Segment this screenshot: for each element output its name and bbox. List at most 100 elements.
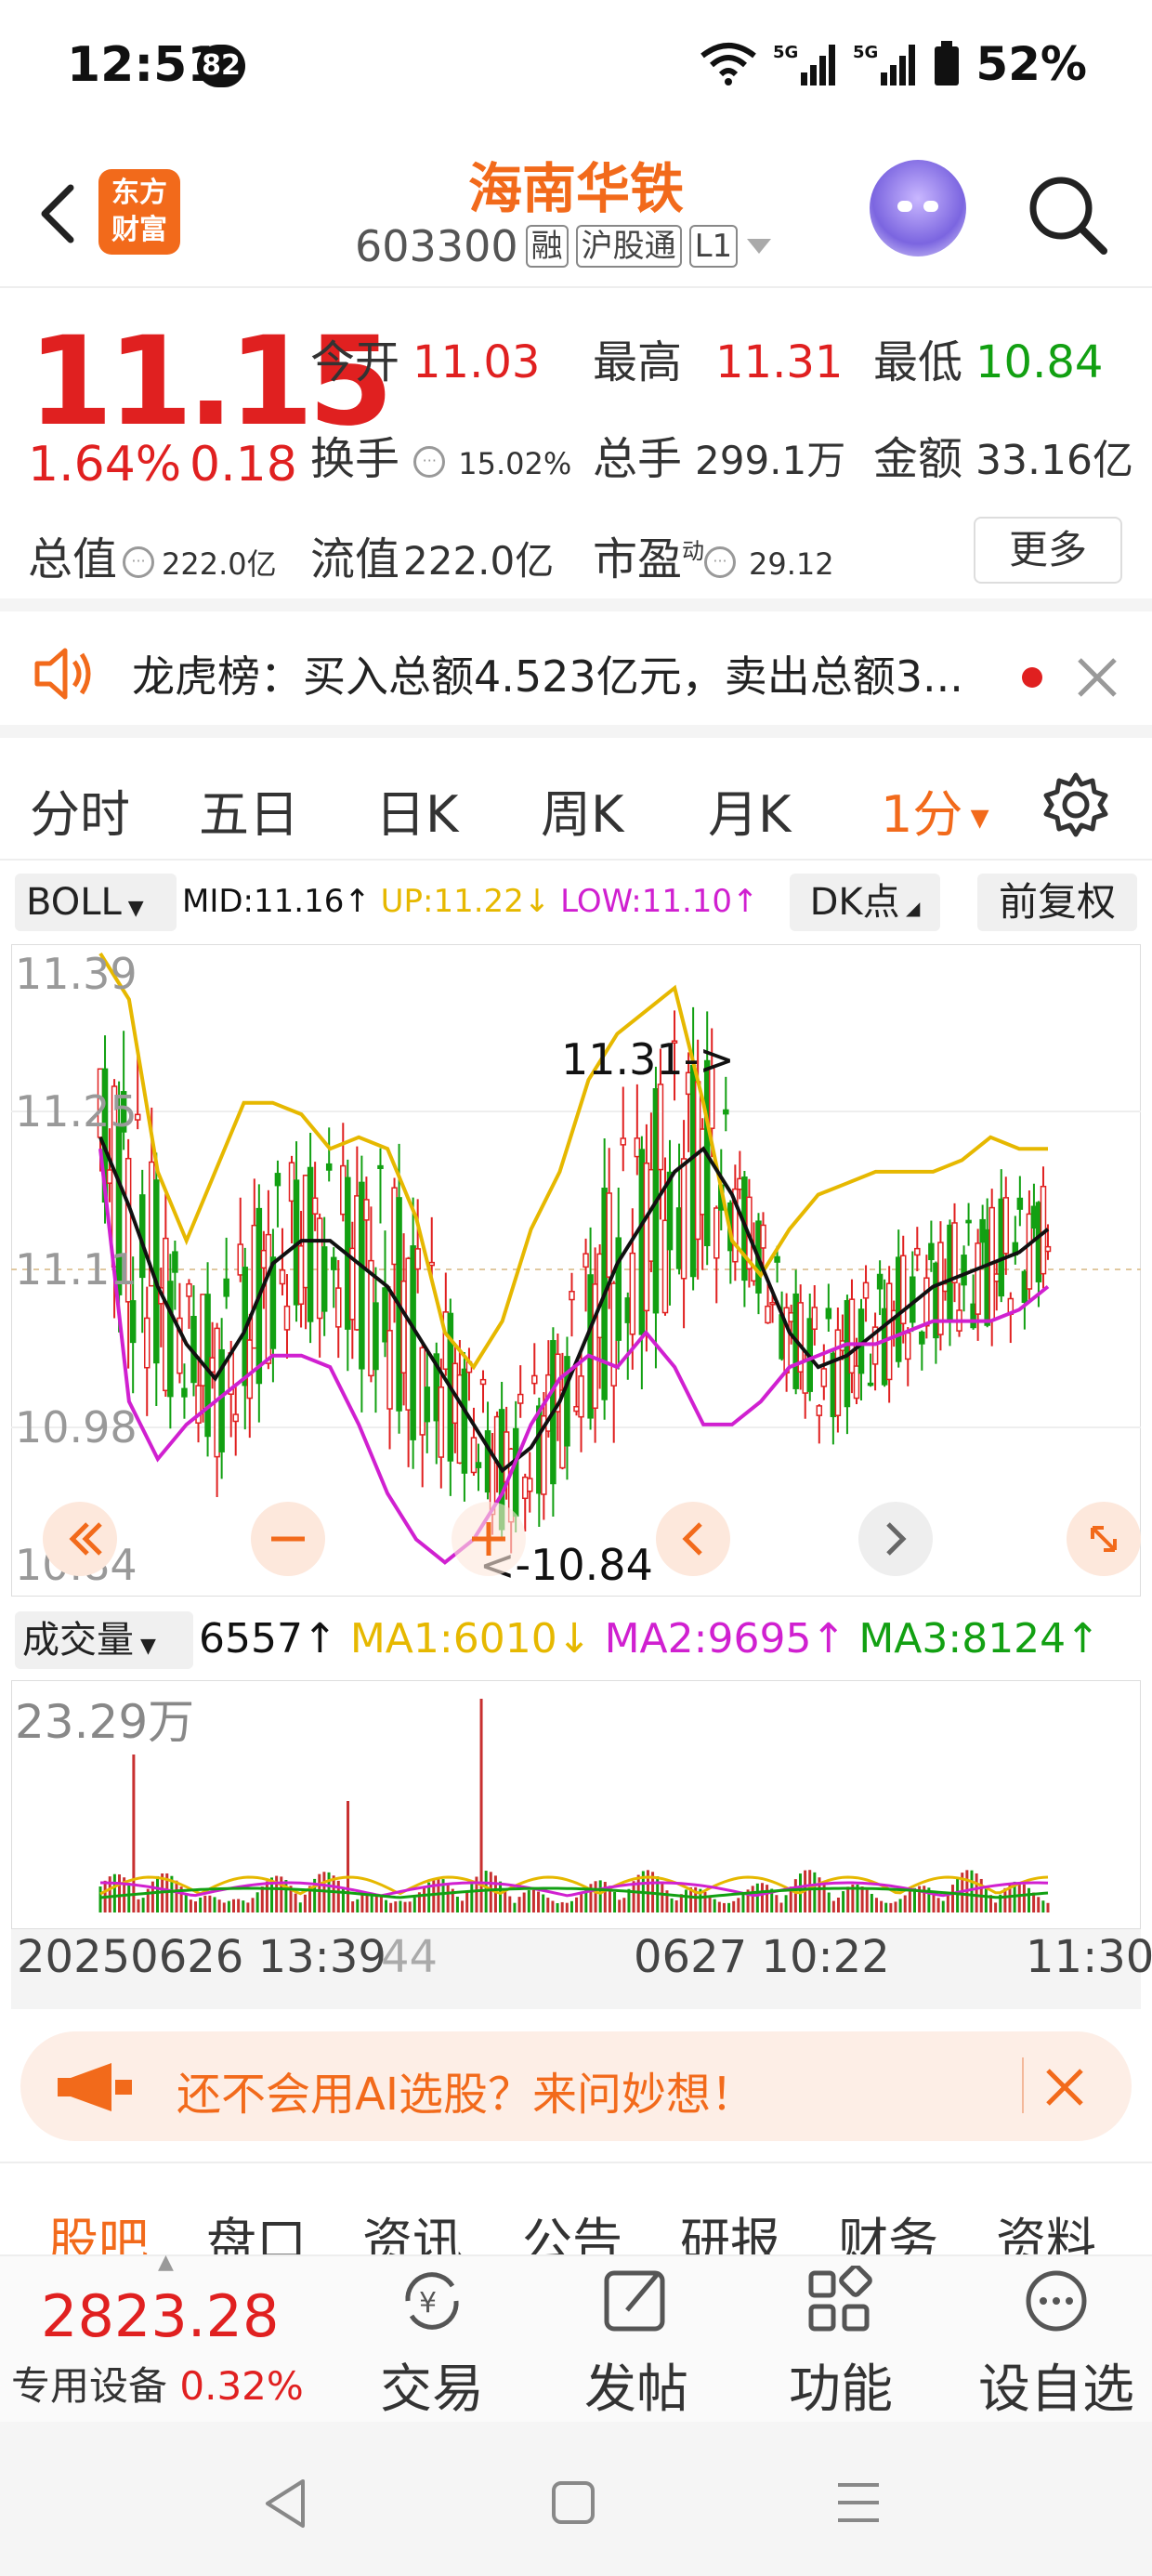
volume-label: 总手 bbox=[593, 433, 683, 485]
volume-bar bbox=[889, 1902, 893, 1912]
nav-menu-icon[interactable] bbox=[834, 2479, 883, 2526]
candle bbox=[853, 1365, 860, 1400]
candle bbox=[536, 1405, 543, 1494]
tab-5day[interactable]: 五日 bbox=[199, 773, 299, 847]
close-icon[interactable] bbox=[1044, 2067, 1085, 2108]
candle bbox=[699, 1128, 706, 1216]
volume-bar bbox=[118, 1874, 122, 1912]
volume-chart[interactable]: 23.29万 bbox=[11, 1680, 1141, 1929]
sector-index[interactable]: ▲ 2823.28 专用设备 0.32% bbox=[0, 2251, 331, 2424]
candle bbox=[573, 1406, 580, 1413]
volume-select[interactable]: 成交量 ▼ bbox=[15, 1611, 193, 1669]
y-axis-label: 10.98 bbox=[15, 1402, 137, 1452]
candle bbox=[928, 1242, 935, 1261]
candle bbox=[153, 1179, 160, 1364]
volume-value: 299.1万 bbox=[695, 438, 846, 483]
tab-1min[interactable]: 1分 ▼ bbox=[881, 773, 989, 847]
candle bbox=[862, 1281, 870, 1299]
sector-name: 专用设备 bbox=[11, 2363, 168, 2409]
candle bbox=[1030, 1205, 1038, 1229]
status-bar: 12:51 82 5G 5G 52% bbox=[0, 0, 1152, 139]
candle bbox=[634, 1137, 641, 1158]
tab-monthly-k[interactable]: 月K bbox=[708, 773, 791, 847]
candle bbox=[527, 1478, 533, 1492]
notification-badge: 82 bbox=[197, 45, 245, 87]
more-button[interactable]: 更多 bbox=[974, 517, 1122, 584]
volume-bar bbox=[813, 1872, 817, 1912]
volume-values: 6557↑ MA1:6010↓ MA2:9695↑ MA3:8124↑ bbox=[199, 1615, 1100, 1663]
ai-assistant-avatar[interactable] bbox=[870, 160, 966, 256]
volume-bar bbox=[894, 1901, 897, 1912]
nav-home-icon[interactable] bbox=[550, 2479, 596, 2526]
volume-bar bbox=[356, 1899, 360, 1912]
zoom-in-button[interactable] bbox=[452, 1502, 526, 1576]
functions-label: 功能 bbox=[789, 2359, 893, 2420]
volume-bar bbox=[674, 1899, 678, 1912]
candle bbox=[386, 1330, 393, 1410]
volume-bar bbox=[237, 1899, 241, 1912]
volume-bar bbox=[884, 1902, 888, 1912]
trade-button[interactable]: ¥ 交易 bbox=[362, 2266, 502, 2423]
volume-bar bbox=[423, 1886, 426, 1912]
candle bbox=[811, 1307, 818, 1330]
info-icon[interactable]: ··· bbox=[123, 546, 155, 578]
info-icon[interactable]: ··· bbox=[704, 546, 737, 578]
functions-button[interactable]: 功能 bbox=[771, 2264, 910, 2423]
add-watchlist-button[interactable]: 设自选 bbox=[977, 2266, 1135, 2423]
tab-daily-k[interactable]: 日K bbox=[375, 773, 458, 847]
scroll-left-button[interactable] bbox=[656, 1502, 730, 1576]
candle bbox=[311, 1197, 319, 1215]
candle bbox=[521, 1476, 529, 1500]
boll-mid-value: MID:11.16↑ bbox=[182, 883, 371, 920]
volume-bar bbox=[351, 1901, 355, 1912]
candle bbox=[330, 1256, 337, 1270]
candle bbox=[914, 1247, 921, 1256]
volume-bar bbox=[379, 1897, 383, 1912]
close-icon[interactable] bbox=[1076, 656, 1119, 699]
nav-back-icon[interactable] bbox=[262, 2477, 308, 2530]
volume-bar bbox=[594, 1881, 597, 1912]
indicator-select[interactable]: BOLL ▼ bbox=[15, 874, 177, 931]
candle bbox=[479, 1378, 487, 1386]
ai-stock-picker-banner[interactable]: 还不会用AI选股？来问妙想！ bbox=[20, 2031, 1132, 2141]
volume-bar bbox=[1017, 1882, 1021, 1912]
volume-bar bbox=[565, 1902, 569, 1912]
mktcap-field: 总值 ··· 222.0亿 bbox=[28, 522, 277, 587]
volume-bar bbox=[542, 1894, 545, 1912]
volume-bar bbox=[760, 1883, 764, 1912]
stock-code-row[interactable]: 603300 融 沪股通 L1 bbox=[355, 221, 773, 271]
adjust-button[interactable]: 前复权 bbox=[977, 874, 1137, 931]
notice-bar[interactable]: 龙虎榜：买入总额4.523亿元，卖出总额3... bbox=[0, 611, 1152, 738]
margin-tag: 融 bbox=[525, 225, 569, 268]
info-icon[interactable]: ··· bbox=[413, 446, 446, 478]
scroll-right-button[interactable] bbox=[858, 1502, 933, 1576]
search-icon[interactable] bbox=[1026, 173, 1109, 256]
volume-bar bbox=[903, 1895, 907, 1912]
post-button[interactable]: 发帖 bbox=[567, 2266, 706, 2423]
turnover-label: 换手 bbox=[310, 433, 400, 485]
volume-bar bbox=[189, 1899, 192, 1912]
tab-weekly-k[interactable]: 周K bbox=[541, 773, 623, 847]
volume-bar bbox=[213, 1897, 216, 1912]
turnover-value: 15.02% bbox=[458, 446, 572, 481]
price-chart[interactable]: 11.3911.2511.1110.9810.84 11.31-> <-10.8… bbox=[11, 944, 1141, 1597]
volume-bar bbox=[717, 1901, 721, 1912]
sector-change: 0.32% bbox=[179, 2363, 304, 2409]
dropdown-icon: ▼ bbox=[121, 897, 144, 920]
volume-bar bbox=[217, 1899, 221, 1912]
scroll-left-fast-button[interactable] bbox=[43, 1502, 117, 1576]
settings-gear-icon[interactable] bbox=[1042, 771, 1109, 838]
volume-bar bbox=[941, 1900, 945, 1912]
dropdown-icon[interactable] bbox=[745, 237, 773, 256]
volume-bar bbox=[580, 1892, 583, 1912]
fullscreen-button[interactable] bbox=[1067, 1502, 1141, 1576]
candle bbox=[274, 1173, 281, 1187]
speaker-icon bbox=[34, 648, 91, 700]
volume-indicator-name: 成交量 bbox=[22, 1619, 134, 1662]
tab-intraday[interactable]: 分时 bbox=[30, 773, 130, 847]
volume-bar bbox=[374, 1894, 378, 1912]
system-nav-bar bbox=[0, 2422, 1152, 2576]
svg-text:5G: 5G bbox=[773, 43, 798, 62]
zoom-out-button[interactable] bbox=[251, 1502, 325, 1576]
dk-point-button[interactable]: DK点 ◢ bbox=[790, 874, 940, 931]
